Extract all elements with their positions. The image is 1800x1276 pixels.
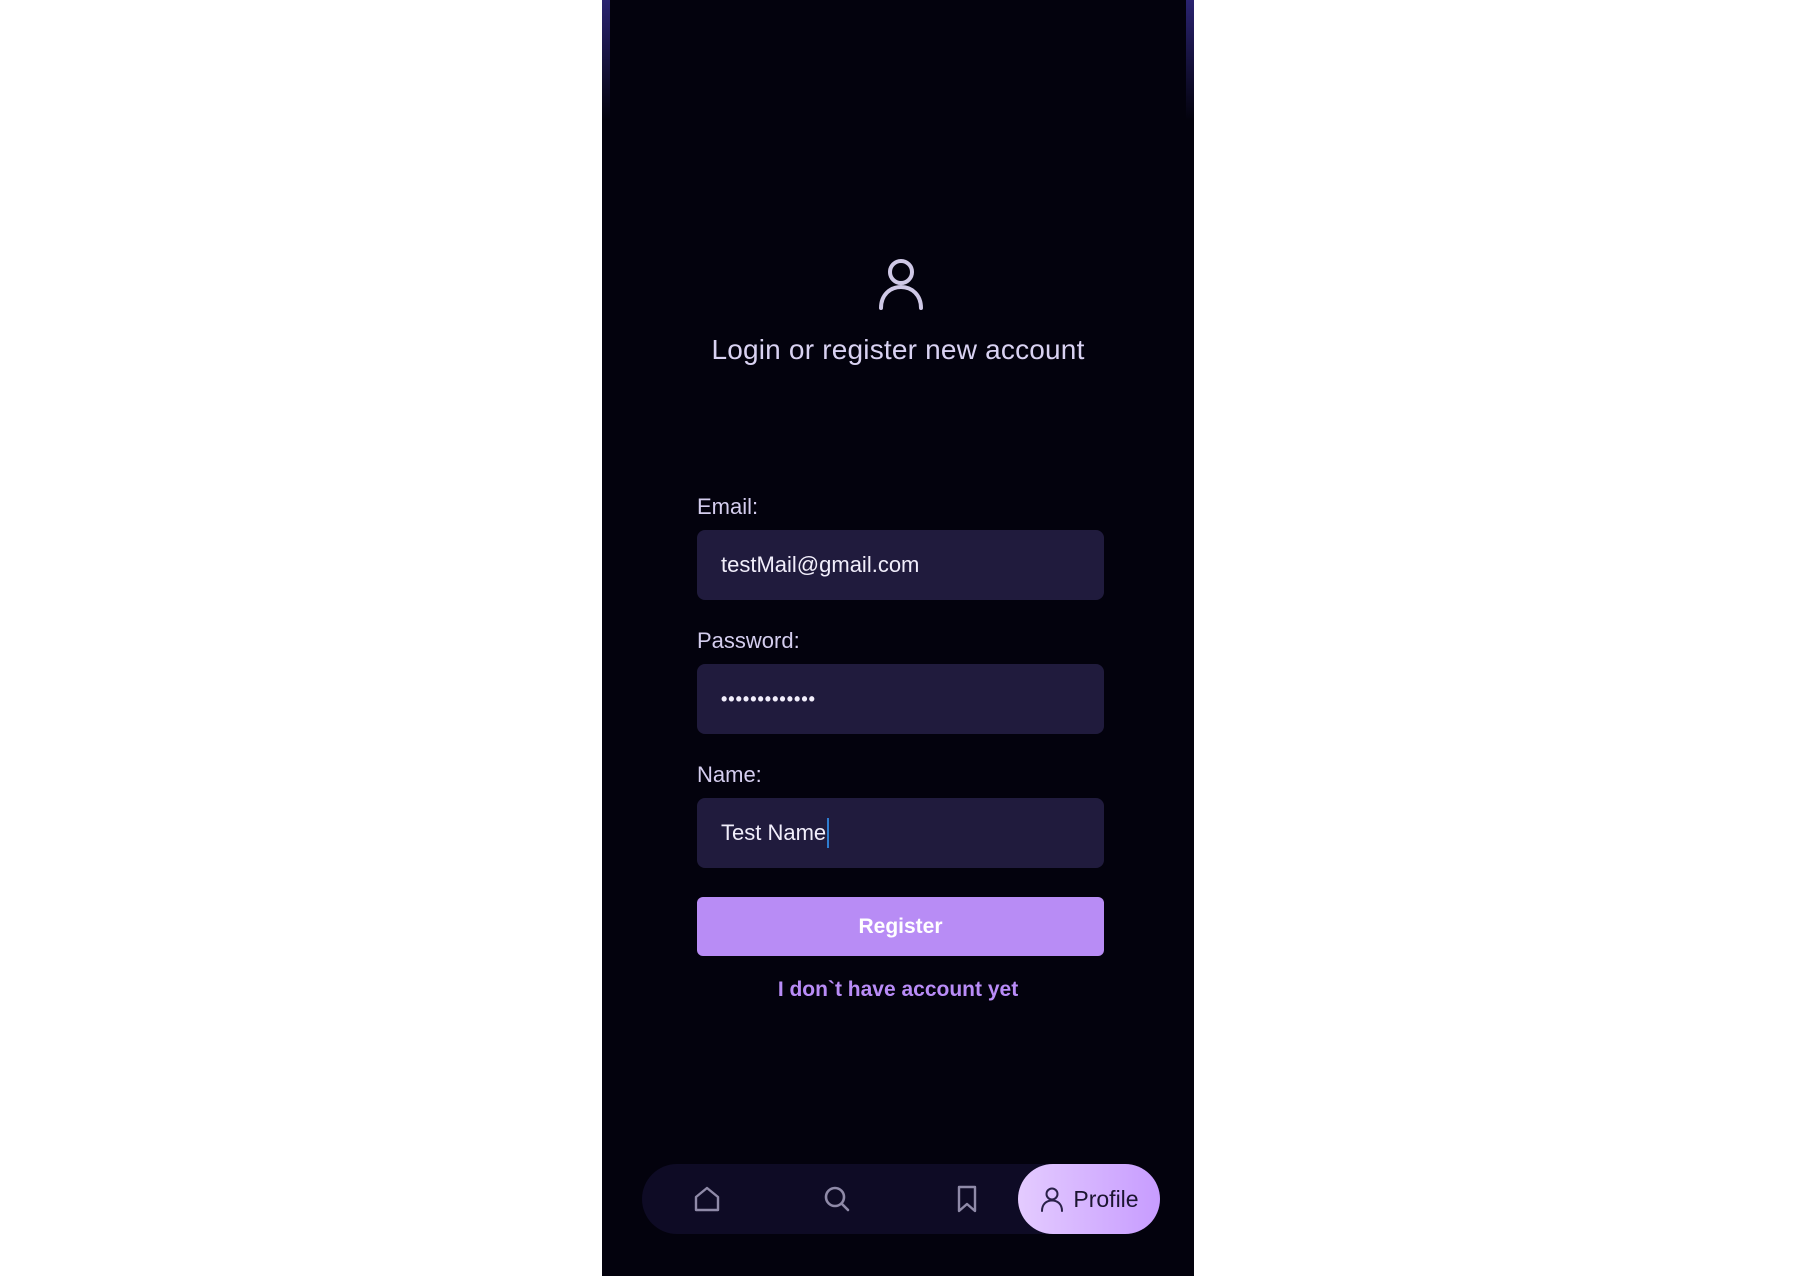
bottom-nav: Profile xyxy=(642,1164,1160,1234)
email-field[interactable]: testMail@gmail.com xyxy=(697,530,1104,600)
bookmark-icon xyxy=(957,1185,977,1213)
name-label: Name: xyxy=(697,762,762,787)
nav-search[interactable] xyxy=(792,1164,882,1234)
name-field[interactable]: Test Name xyxy=(697,798,1104,868)
register-button[interactable]: Register xyxy=(697,897,1104,956)
password-value: ••••••••••••• xyxy=(721,688,816,709)
app-screen: Login or register new account Email: tes… xyxy=(602,0,1194,1276)
nav-profile-label: Profile xyxy=(1073,1185,1139,1212)
email-value: testMail@gmail.com xyxy=(721,552,920,577)
no-account-link[interactable]: I don`t have account yet xyxy=(602,978,1194,1002)
text-caret xyxy=(827,818,830,848)
password-field[interactable]: ••••••••••••• xyxy=(697,664,1104,734)
name-value: Test Name xyxy=(721,820,827,845)
search-icon xyxy=(824,1186,850,1212)
nav-profile[interactable]: Profile xyxy=(1018,1164,1160,1234)
nav-bookmarks[interactable] xyxy=(922,1164,1012,1234)
profile-icon xyxy=(1041,1187,1064,1212)
profile-icon xyxy=(879,259,923,310)
email-label: Email: xyxy=(697,494,759,519)
page-title: Login or register new account xyxy=(711,334,1085,365)
home-icon xyxy=(694,1186,720,1212)
password-label: Password: xyxy=(697,628,800,653)
nav-home[interactable] xyxy=(662,1164,752,1234)
